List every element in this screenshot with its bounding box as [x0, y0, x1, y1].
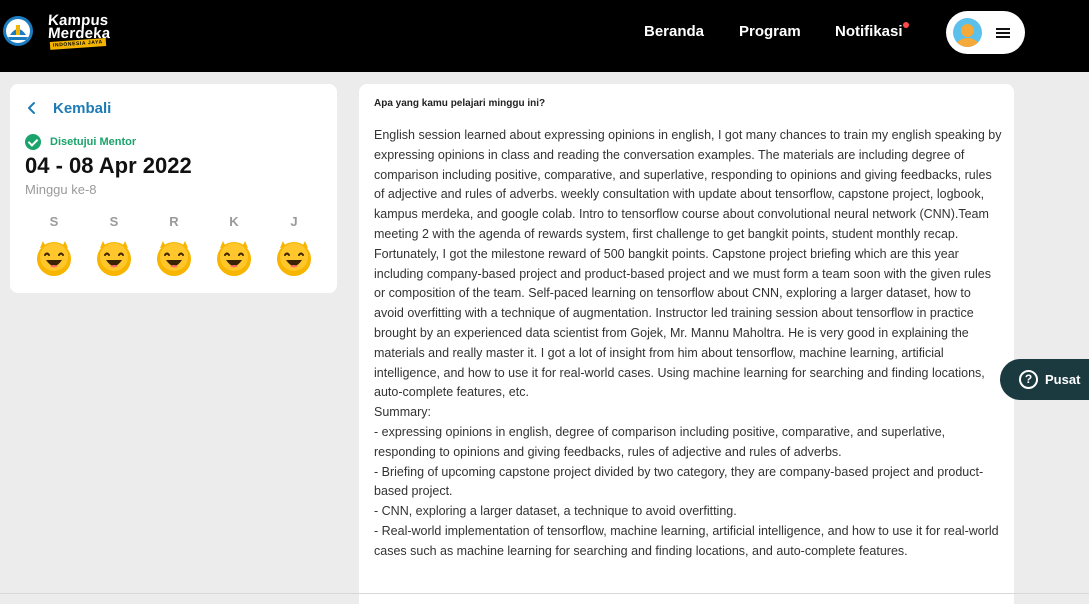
nav-beranda-link[interactable]: Beranda: [644, 23, 704, 40]
summary-item: - CNN, exploring a larger dataset, a tec…: [374, 504, 737, 519]
answer-paragraph: English session learned about expressing…: [374, 128, 1002, 400]
day-letter: K: [229, 214, 239, 229]
day-mood-column: K: [213, 214, 255, 278]
question-circle-icon: ?: [1019, 370, 1038, 389]
back-label: Kembali: [53, 99, 112, 117]
very-happy-emoji: [154, 238, 194, 278]
day-letter: J: [290, 214, 298, 229]
day-mood-column: R: [153, 214, 195, 278]
back-button[interactable]: Kembali: [26, 98, 111, 118]
summary-item: - Real-world implementation of tensorflo…: [374, 523, 999, 558]
day-letter: R: [169, 214, 179, 229]
summary-item: - Briefing of upcoming capstone project …: [374, 464, 984, 499]
hamburger-menu-icon: [996, 27, 1010, 39]
top-navbar: Kampus Merdeka INDONESIA JAYA Beranda Pr…: [0, 0, 1089, 72]
day-mood-column: S: [93, 214, 135, 278]
weekly-log-card: Apa yang kamu pelajari minggu ini? Engli…: [359, 84, 1014, 604]
very-happy-emoji: [34, 238, 74, 278]
day-letter: S: [49, 214, 59, 229]
kampus-merdeka-logo[interactable]: Kampus Merdeka INDONESIA JAYA: [47, 12, 122, 52]
status-badge: Disetujui Mentor: [50, 136, 137, 148]
nav-program-link[interactable]: Program: [739, 23, 801, 40]
approval-status: Disetujui Mentor: [25, 134, 136, 150]
week-number: Minggu ke-8: [25, 182, 97, 197]
garuda-emblem-icon[interactable]: [2, 15, 34, 47]
summary-heading: Summary:: [374, 405, 431, 420]
chevron-left-icon: [28, 102, 35, 114]
divider: [0, 593, 1089, 594]
avatar: [953, 18, 982, 47]
help-center-button[interactable]: ? Pusat: [1000, 359, 1089, 400]
answer-text: English session learned about expressing…: [374, 126, 1004, 562]
profile-menu-button[interactable]: [946, 11, 1025, 54]
very-happy-emoji: [214, 238, 254, 278]
day-letter: S: [109, 214, 119, 229]
week-summary-card: Kembali Disetujui Mentor 04 - 08 Apr 202…: [10, 84, 337, 293]
question-heading: Apa yang kamu pelajari minggu ini?: [374, 98, 546, 109]
very-happy-emoji: [94, 238, 134, 278]
nav-notifikasi-link[interactable]: Notifikasi: [835, 23, 903, 40]
day-mood-column: J: [273, 214, 315, 278]
help-label: Pusat: [1045, 372, 1081, 387]
week-date-range: 04 - 08 Apr 2022: [25, 153, 192, 178]
check-circle-icon: [25, 134, 41, 150]
very-happy-emoji: [274, 238, 314, 278]
notification-dot-icon: [903, 22, 909, 28]
summary-item: - expressing opinions in english, degree…: [374, 424, 946, 459]
day-mood-column: S: [33, 214, 75, 278]
